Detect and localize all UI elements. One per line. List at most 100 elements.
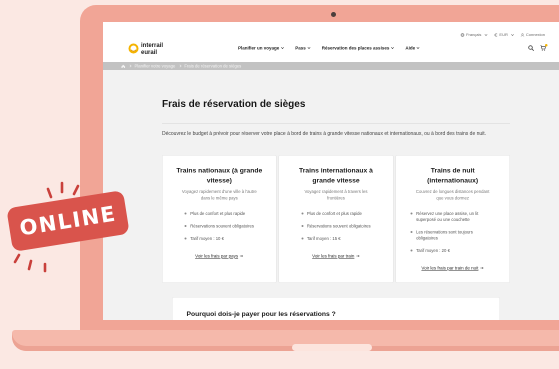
- chevron-down-icon: [280, 45, 284, 49]
- bullet-dot: [410, 249, 413, 252]
- list-item-text: Tarif moyen : 20 €: [416, 248, 450, 253]
- arrow-right-icon: [480, 266, 484, 270]
- fee-cards: Trains nationaux (à grande vitesse) Voya…: [162, 155, 510, 283]
- cart-button[interactable]: [540, 44, 548, 51]
- chevron-right-icon: [128, 64, 132, 68]
- list-item: Tarif moyen : 20 €: [410, 248, 495, 254]
- logo-icon: [128, 43, 139, 54]
- list-item: Plus de confort et plus rapide: [184, 211, 254, 217]
- breadcrumb-home[interactable]: [121, 64, 126, 69]
- faq-section: Pourquoi dois-je payer pour les réservat…: [172, 297, 500, 320]
- card-title: Trains nationaux (à grande vitesse): [176, 166, 263, 185]
- page-title: Frais de réservation de sièges: [162, 98, 306, 110]
- intro-text: Découvrez le budget à prévoir pour réser…: [162, 131, 487, 137]
- card-subtitle: Couvrez de longues distances pendant que…: [415, 189, 490, 201]
- card-bullet-list: Réservez une place assise, un lit superp…: [410, 211, 495, 261]
- globe-icon: [460, 33, 465, 37]
- interrail-eurail-logo[interactable]: interrail eurail: [128, 42, 163, 56]
- nav-item-pass[interactable]: Pass: [295, 45, 311, 51]
- list-item: Réservations souvent obligatoires: [184, 223, 254, 229]
- title-divider: [162, 123, 510, 124]
- nav-item-seat-reservation[interactable]: Réservation des places assises: [322, 45, 394, 51]
- bullet-dot: [184, 212, 187, 215]
- list-item-text: Réservations souvent obligatoires: [190, 223, 254, 229]
- login-link[interactable]: Connexion: [520, 33, 545, 38]
- list-item-text: Tarif moyen : 10 €: [190, 236, 224, 241]
- breadcrumb-item-current: Frais de réservation de sièges: [184, 63, 242, 69]
- bullet-dot: [184, 237, 187, 240]
- user-icon: [520, 33, 524, 37]
- sparkle-mark: [27, 259, 33, 271]
- card-subtitle: Voyagez rapidement à travers les frontiè…: [304, 189, 368, 201]
- breadcrumb-item-plan-trip[interactable]: Planifier votre voyage: [135, 64, 176, 69]
- arrow-right-icon: [239, 254, 244, 258]
- laptop-base: [12, 330, 559, 351]
- nav-item-label: Planifier un voyage: [238, 45, 280, 51]
- utility-bar: Français EUR Connexion: [460, 32, 545, 38]
- fees-by-night-train-link[interactable]: Voir les frais par train de nuit: [421, 265, 484, 271]
- bullet-dot: [301, 225, 304, 227]
- currency-selector[interactable]: EUR: [494, 32, 514, 38]
- sparkle-mark: [46, 187, 53, 199]
- laptop-notch: [292, 344, 372, 351]
- nav-item-plan-trip[interactable]: Planifier un voyage: [238, 45, 284, 51]
- list-item-text: Plus de confort et plus rapide: [190, 211, 246, 216]
- arrow-right-icon: [356, 254, 360, 258]
- list-item: Plus de confort et plus rapide: [301, 211, 370, 217]
- nav-item-help[interactable]: Aide: [405, 45, 420, 51]
- bullet-dot: [410, 212, 413, 215]
- bullet-dot: [301, 212, 304, 215]
- nav-item-label: Pass: [295, 45, 306, 51]
- list-item: Réservations souvent obligatoires: [301, 223, 371, 229]
- bullet-dot: [184, 225, 187, 227]
- list-item: Tarif moyen : 10 €: [184, 236, 254, 242]
- list-item-text: Réservations souvent obligatoires: [306, 223, 371, 229]
- laptop-screen: Français EUR Connexion interrail eurail: [103, 22, 559, 320]
- card-title: Trains internationaux à grande vitesse: [299, 166, 373, 185]
- fees-by-train-link[interactable]: Voir les frais par train: [312, 253, 360, 259]
- sparkle-mark: [72, 184, 80, 196]
- card-night-trains: Trains de nuit (internationaux) Couvrez …: [395, 155, 510, 283]
- chevron-down-icon: [484, 32, 488, 36]
- logo-text: interrail eurail: [141, 42, 163, 56]
- chevron-down-icon: [390, 45, 394, 49]
- sparkle-decoration: [13, 181, 80, 273]
- card-national-trains: Trains nationaux (à grande vitesse) Voya…: [162, 155, 277, 283]
- chevron-down-icon: [510, 32, 514, 36]
- webcam: [331, 12, 336, 17]
- breadcrumb: Planifier votre voyage Frais de réservat…: [103, 62, 559, 70]
- list-item-text: Les réservations sont toujours obligatoi…: [416, 229, 473, 241]
- chevron-down-icon: [416, 45, 420, 49]
- chevron-down-icon: [307, 45, 311, 49]
- list-item: Réservez une place assise, un lit superp…: [410, 211, 495, 223]
- chevron-right-icon: [178, 64, 182, 68]
- fees-by-country-link[interactable]: Voir les frais par pays: [195, 253, 244, 259]
- page-content: Frais de réservation de sièges Découvrez…: [103, 70, 559, 320]
- list-item: Les réservations sont toujours obligatoi…: [410, 229, 495, 241]
- header-actions: [528, 44, 548, 51]
- language-selector[interactable]: Français: [460, 32, 488, 38]
- list-item-text: Réservez une place assise, un lit superp…: [416, 211, 479, 222]
- list-item-text: Plus de confort et plus rapide: [306, 211, 362, 216]
- nav-item-label: Réservation des places assises: [321, 45, 390, 51]
- sparkle-mark: [13, 253, 21, 264]
- search-icon: [528, 45, 534, 51]
- nav-item-label: Aide: [405, 45, 416, 51]
- currency-label: EUR: [499, 32, 508, 38]
- link-label: Voir les frais par train: [312, 253, 355, 259]
- bullet-dot: [410, 231, 413, 233]
- euro-icon: [494, 33, 498, 37]
- login-label: Connexion: [525, 32, 545, 38]
- cart-badge: [545, 44, 548, 47]
- card-title: Trains de nuit (internationaux): [427, 166, 479, 185]
- main-nav: Planifier un voyage Pass Réservation des…: [238, 45, 420, 51]
- link-label: Voir les frais par train de nuit: [421, 265, 479, 271]
- bullet-dot: [301, 237, 304, 240]
- search-button[interactable]: [528, 45, 534, 51]
- logo-line-interrail: interrail: [141, 41, 164, 49]
- link-label: Voir les frais par pays: [195, 253, 239, 259]
- logo-line-eurail: eurail: [141, 48, 158, 56]
- card-international-trains: Trains internationaux à grande vitesse V…: [278, 155, 394, 283]
- website: Français EUR Connexion interrail eurail: [103, 22, 559, 320]
- faq-title: Pourquoi dois-je payer pour les réservat…: [186, 310, 336, 318]
